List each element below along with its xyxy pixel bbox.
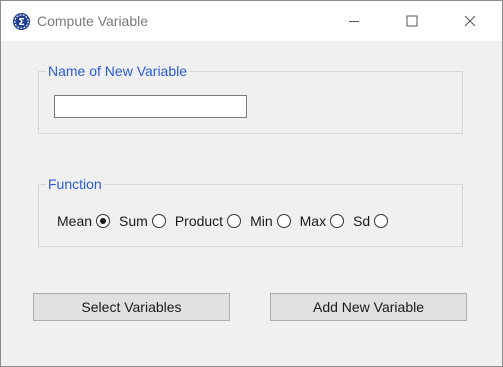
radio-min[interactable]: Min	[250, 212, 291, 230]
radio-sum-button[interactable]	[151, 214, 166, 228]
radio-mean-label: Mean	[57, 213, 93, 229]
minimize-button[interactable]	[325, 1, 383, 41]
radio-product-label: Product	[174, 213, 224, 229]
radio-max[interactable]: Max	[299, 212, 345, 230]
radio-sd[interactable]: Sd	[353, 212, 389, 230]
window-title: Compute Variable	[37, 13, 149, 29]
maximize-icon	[406, 15, 418, 27]
radio-max-button[interactable]	[330, 214, 345, 228]
radio-mean[interactable]: Mean	[57, 212, 111, 230]
radio-product-button[interactable]	[227, 214, 242, 228]
new-variable-group-label: Name of New Variable	[46, 62, 190, 80]
sigma-gear-icon: Σ	[12, 12, 31, 31]
radio-sd-button[interactable]	[374, 214, 389, 228]
new-variable-name-input[interactable]	[54, 95, 247, 118]
close-icon	[464, 15, 476, 27]
radio-mean-button[interactable]	[96, 214, 111, 228]
radio-min-button[interactable]	[276, 214, 291, 228]
radio-sd-label: Sd	[353, 213, 371, 229]
close-button[interactable]	[441, 1, 499, 41]
compute-variable-window: Σ Compute Variable Name of New Variable …	[0, 0, 503, 367]
radio-min-label: Min	[250, 213, 273, 229]
radio-max-label: Max	[299, 213, 327, 229]
function-radio-group: Mean Sum Product Min Max Sd	[57, 211, 397, 231]
radio-sum[interactable]: Sum	[119, 212, 166, 230]
radio-sum-label: Sum	[119, 213, 148, 229]
select-variables-button[interactable]: Select Variables	[33, 293, 230, 321]
title-bar[interactable]: Σ Compute Variable	[1, 1, 502, 41]
svg-text:Σ: Σ	[18, 17, 25, 28]
radio-product[interactable]: Product	[174, 212, 242, 230]
minimize-icon	[349, 21, 359, 22]
maximize-button[interactable]	[383, 1, 441, 41]
add-new-variable-button[interactable]: Add New Variable	[270, 293, 467, 321]
function-group-label: Function	[46, 175, 104, 193]
